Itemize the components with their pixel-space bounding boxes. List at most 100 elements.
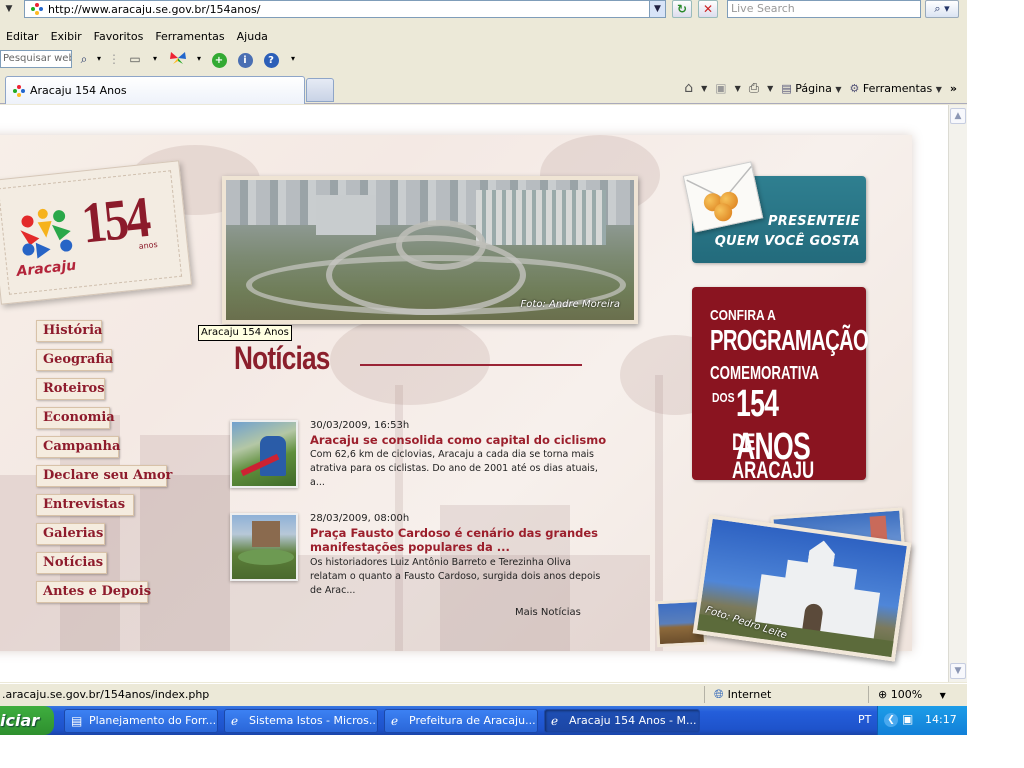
globe-icon: 🌐︎ bbox=[714, 687, 724, 701]
taskbar-item-label: Aracaju 154 Anos - M... bbox=[569, 714, 697, 727]
promo-program-line1: CONFIRA A bbox=[710, 307, 776, 324]
logo-tooltip: Aracaju 154 Anos bbox=[198, 325, 292, 341]
page-menu-label: Página bbox=[795, 81, 832, 95]
news-date: 30/03/2009, 16:53h bbox=[310, 420, 410, 431]
taskbar-item-prefeitura[interactable]: ℯ Prefeitura de Aracaju... bbox=[384, 709, 538, 733]
taskbar-item-sistema-istos[interactable]: ℯ Sistema Istos - Micros... bbox=[224, 709, 378, 733]
ie-icon: ℯ bbox=[231, 714, 239, 728]
nav-economia[interactable]: Economia bbox=[36, 407, 115, 429]
news-headline[interactable]: Aracaju se consolida como capital do cic… bbox=[310, 433, 610, 447]
address-bar[interactable]: http://www.aracaju.se.gov.br/154anos/ ▼ bbox=[24, 0, 666, 18]
chevron-more-icon[interactable]: » bbox=[950, 82, 957, 95]
toolbar-search-icon[interactable]: ⌕ bbox=[76, 51, 92, 67]
promo-gift-line2: QUEM VOCÊ GOSTA bbox=[714, 234, 860, 249]
live-search-input[interactable]: Live Search bbox=[727, 0, 921, 18]
news-heading-rule bbox=[360, 364, 582, 366]
start-button[interactable]: iciar bbox=[0, 706, 54, 735]
tab-favicon-icon bbox=[13, 84, 25, 97]
tab-aracaju[interactable]: Aracaju 154 Anos bbox=[5, 76, 305, 104]
feeds-icon[interactable]: ▣ bbox=[715, 81, 726, 95]
network-icon[interactable]: ▣ bbox=[902, 712, 913, 726]
toolbar-window-icon[interactable]: ▭ bbox=[126, 51, 144, 67]
toolbar-help-dropdown-icon[interactable]: ▾ bbox=[288, 51, 298, 67]
print-dropdown-icon[interactable]: ▼ bbox=[767, 84, 773, 93]
news-thumbnail-praca[interactable] bbox=[230, 513, 298, 581]
taskbar-item-label: Planejamento do Forr... bbox=[89, 714, 217, 727]
tools-dropdown-icon: ▼ bbox=[935, 84, 942, 94]
nav-entrevistas[interactable]: Entrevistas bbox=[36, 494, 134, 516]
promo-program-banner[interactable]: CONFIRA A PROGRAMAÇÃO COMEMORATIVA DOS 1… bbox=[692, 287, 869, 484]
news-date: 28/03/2009, 08:00h bbox=[310, 513, 410, 524]
print-icon[interactable]: ⎙ bbox=[749, 81, 759, 96]
page-menu[interactable]: ▤ Página ▼ bbox=[781, 82, 841, 95]
ie-icon: ℯ bbox=[391, 714, 399, 728]
scroll-down-icon[interactable]: ▼ bbox=[950, 663, 966, 679]
toolbar-search-input[interactable]: Pesquisar web bbox=[0, 50, 72, 68]
toolbar-info-icon[interactable]: i bbox=[236, 51, 254, 68]
nav-campanha[interactable]: Campanha bbox=[36, 436, 120, 458]
tray-expand-icon[interactable]: ❮ bbox=[884, 713, 898, 727]
nav-noticias[interactable]: Notícias bbox=[36, 552, 107, 574]
nav-roteiros[interactable]: Roteiros bbox=[36, 378, 105, 400]
new-tab-button[interactable] bbox=[306, 78, 334, 102]
aerial-city-photo: Foto: Andre Moreira bbox=[222, 176, 638, 324]
toolbar-add-icon[interactable]: + bbox=[210, 51, 228, 68]
document-icon: ▤ bbox=[71, 714, 83, 728]
tab-title: Aracaju 154 Anos bbox=[30, 84, 127, 97]
security-zone-label: Internet bbox=[727, 688, 772, 701]
browser-window: ▼ http://www.aracaju.se.gov.br/154anos/ … bbox=[0, 0, 967, 735]
scroll-up-icon[interactable]: ▲ bbox=[950, 108, 966, 124]
nav-antes-e-depois[interactable]: Antes e Depois bbox=[36, 581, 151, 603]
links-toolbar: Pesquisar web ⌕ ▾ ⋮ ▭ ▾ ▾ + i ? ▾ bbox=[0, 48, 967, 70]
toolbar-butterfly-icon[interactable] bbox=[168, 51, 188, 67]
zoom-control[interactable]: ⊕ 100% ▼ bbox=[878, 688, 946, 701]
taskbar-item-planejamento[interactable]: ▤ Planejamento do Forr... bbox=[64, 709, 218, 733]
status-url: .aracaju.se.gov.br/154anos/index.php bbox=[2, 688, 210, 701]
taskbar-item-label: Sistema Istos - Micros... bbox=[249, 714, 378, 727]
more-news-link[interactable]: Mais Notícias bbox=[515, 607, 581, 618]
tab-row: Aracaju 154 Anos ⌂ ▼ ▣ ▼ ⎙ ▼ ▤ Página ▼ ⚙ F… bbox=[0, 74, 967, 104]
tools-menu[interactable]: ⚙ Ferramentas ▼ bbox=[850, 82, 942, 95]
promo-program-line2: PROGRAMAÇÃO bbox=[710, 325, 869, 357]
menu-favoritos[interactable]: Favoritos bbox=[88, 28, 150, 46]
security-zone[interactable]: 🌐︎ Internet bbox=[714, 687, 771, 702]
taskbar-item-aracaju-154[interactable]: ℯ Aracaju 154 Anos - M... bbox=[544, 709, 700, 733]
home-dropdown-icon[interactable]: ▼ bbox=[701, 84, 707, 93]
news-summary: Com 62,6 km de ciclovias, Aracaju a cada… bbox=[310, 449, 598, 488]
news-thumbnail-cycling[interactable] bbox=[230, 420, 298, 488]
toolbar-help-icon[interactable]: ? bbox=[262, 51, 280, 68]
toolbar-butterfly-dropdown-icon[interactable]: ▾ bbox=[194, 51, 204, 67]
nav-geografia[interactable]: Geografia bbox=[36, 349, 113, 371]
toolbar-search-dropdown-icon[interactable]: ▾ bbox=[94, 51, 104, 67]
promo-program-line3: COMEMORATIVA bbox=[710, 363, 820, 383]
news-item[interactable]: 30/03/2009, 16:53h Aracaju se consolida … bbox=[230, 420, 610, 490]
search-icon[interactable]: ⌕ ▾ bbox=[925, 0, 959, 18]
stop-icon[interactable]: ✕ bbox=[698, 0, 718, 18]
news-summary: Os historiadores Luiz Antônio Barreto e … bbox=[310, 557, 601, 596]
toolbar-window-dropdown-icon[interactable]: ▾ bbox=[150, 51, 160, 67]
menu-exibir[interactable]: Exibir bbox=[45, 28, 88, 46]
vertical-scrollbar[interactable]: ▲ ▼ bbox=[948, 105, 967, 682]
address-dropdown-icon[interactable]: ▼ bbox=[649, 1, 665, 17]
address-row: ▼ http://www.aracaju.se.gov.br/154anos/ … bbox=[0, 0, 967, 20]
site-favicon-icon bbox=[30, 2, 44, 16]
news-item[interactable]: 28/03/2009, 08:00h Praça Fausto Cardoso … bbox=[230, 513, 610, 603]
site-nav: História Geografia Roteiros Economia Cam… bbox=[36, 320, 172, 610]
nav-historia[interactable]: História bbox=[36, 320, 102, 342]
news-headline[interactable]: Praça Fausto Cardoso é cenário das grand… bbox=[310, 526, 610, 554]
promo-gift-banner[interactable]: PRESENTEIE QUEM VOCÊ GOSTA bbox=[682, 161, 866, 263]
ie-icon: ℯ bbox=[551, 714, 559, 728]
nav-galerias[interactable]: Galerias bbox=[36, 523, 105, 545]
menu-editar[interactable]: Editar bbox=[0, 28, 45, 46]
clock: 14:17 bbox=[925, 713, 957, 726]
menu-ferramentas[interactable]: Ferramentas bbox=[149, 28, 230, 46]
menu-ajuda[interactable]: Ajuda bbox=[231, 28, 274, 46]
nav-declare-seu-amor[interactable]: Declare seu Amor bbox=[36, 465, 172, 487]
site-logo[interactable]: 154 anos Aracaju bbox=[0, 160, 193, 305]
back-dropdown-icon[interactable]: ▼ bbox=[2, 2, 16, 16]
home-icon[interactable]: ⌂ bbox=[684, 80, 693, 96]
zoom-icon: ⊕ bbox=[878, 688, 888, 701]
feeds-dropdown-icon[interactable]: ▼ bbox=[735, 84, 741, 93]
refresh-icon[interactable]: ↻ bbox=[672, 0, 692, 18]
language-indicator[interactable]: PT bbox=[858, 713, 871, 726]
